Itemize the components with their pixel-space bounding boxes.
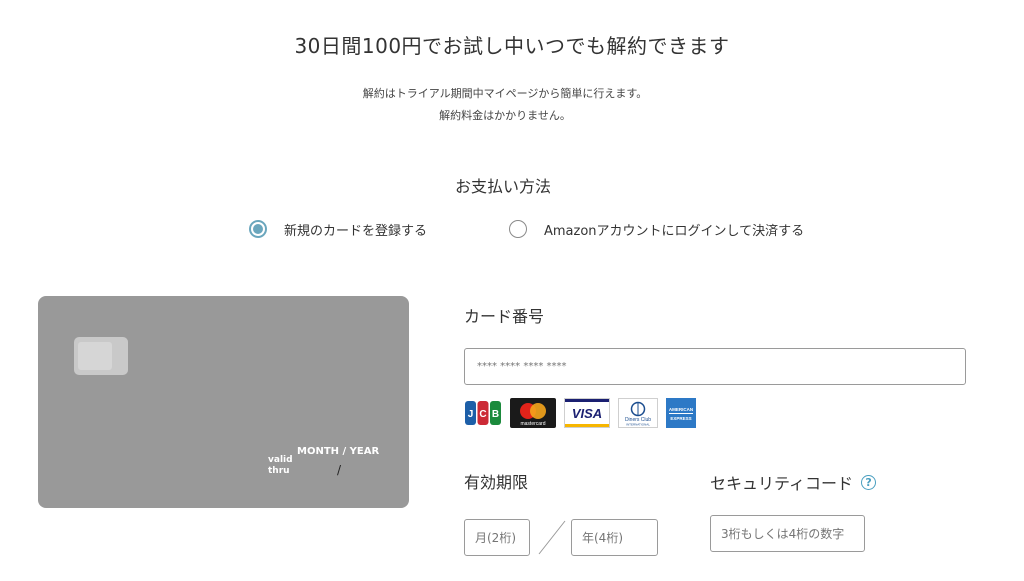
thru-label: thru	[268, 466, 290, 476]
subtext-line-2: 解約料金はかかりません。	[439, 109, 571, 122]
subtext-line-1: 解約はトライアル期間中マイページから簡単に行えます。	[362, 87, 648, 100]
card-preview	[38, 296, 409, 508]
svg-text:VISA: VISA	[572, 406, 602, 421]
svg-text:EXPRESS: EXPRESS	[670, 416, 691, 421]
valid-label: valid	[268, 455, 293, 465]
security-code-label: セキュリティコード ?	[710, 470, 877, 494]
security-code-input[interactable]	[710, 515, 865, 552]
radio-dot	[253, 224, 263, 234]
month-year-label: MONTH / YEAR	[297, 446, 380, 457]
diners-club-icon: Diners Club INTERNATIONAL	[618, 398, 658, 428]
radio-button-unselected[interactable]	[509, 220, 527, 238]
mastercard-icon: mastercard	[510, 398, 556, 428]
help-icon[interactable]: ?	[861, 474, 877, 490]
security-code-label-text: セキュリティコード	[710, 474, 854, 493]
expiry-separator: /	[337, 463, 342, 477]
svg-text:mastercard: mastercard	[520, 421, 545, 427]
american-express-icon: AMERICAN EXPRESS	[666, 398, 696, 428]
radio-label-new-card: 新規のカードを登録する	[284, 223, 428, 239]
radio-button-selected[interactable]	[249, 220, 267, 238]
expiry-month-input[interactable]	[464, 519, 530, 556]
card-chip-inner	[78, 342, 112, 370]
radio-label-amazon: Amazonアカウントにログインして決済する	[544, 223, 805, 239]
svg-text:J: J	[468, 409, 474, 420]
page-headline: 30日間100円でお試し中いつでも解約できます	[294, 34, 730, 58]
svg-text:B: B	[492, 409, 499, 420]
expiry-label: 有効期限	[464, 473, 529, 492]
svg-text:AMERICAN: AMERICAN	[669, 407, 693, 412]
jcb-icon: J C B	[464, 398, 502, 428]
radio-option-amazon[interactable]: Amazonアカウントにログインして決済する	[509, 218, 804, 240]
valid-thru-label: valid thru	[268, 455, 293, 477]
svg-text:C: C	[479, 409, 486, 420]
payment-method-title: お支払い方法	[454, 177, 551, 196]
card-number-label: カード番号	[464, 307, 545, 326]
svg-text:INTERNATIONAL: INTERNATIONAL	[626, 423, 650, 427]
visa-icon: VISA	[564, 398, 610, 428]
card-brand-list: J C B mastercard VISA Diners Club INTERN…	[464, 398, 696, 428]
card-number-input[interactable]	[464, 348, 966, 385]
expiry-year-input[interactable]	[571, 519, 658, 556]
radio-option-new-card[interactable]: 新規のカードを登録する	[249, 218, 427, 240]
expiry-divider	[538, 520, 566, 555]
